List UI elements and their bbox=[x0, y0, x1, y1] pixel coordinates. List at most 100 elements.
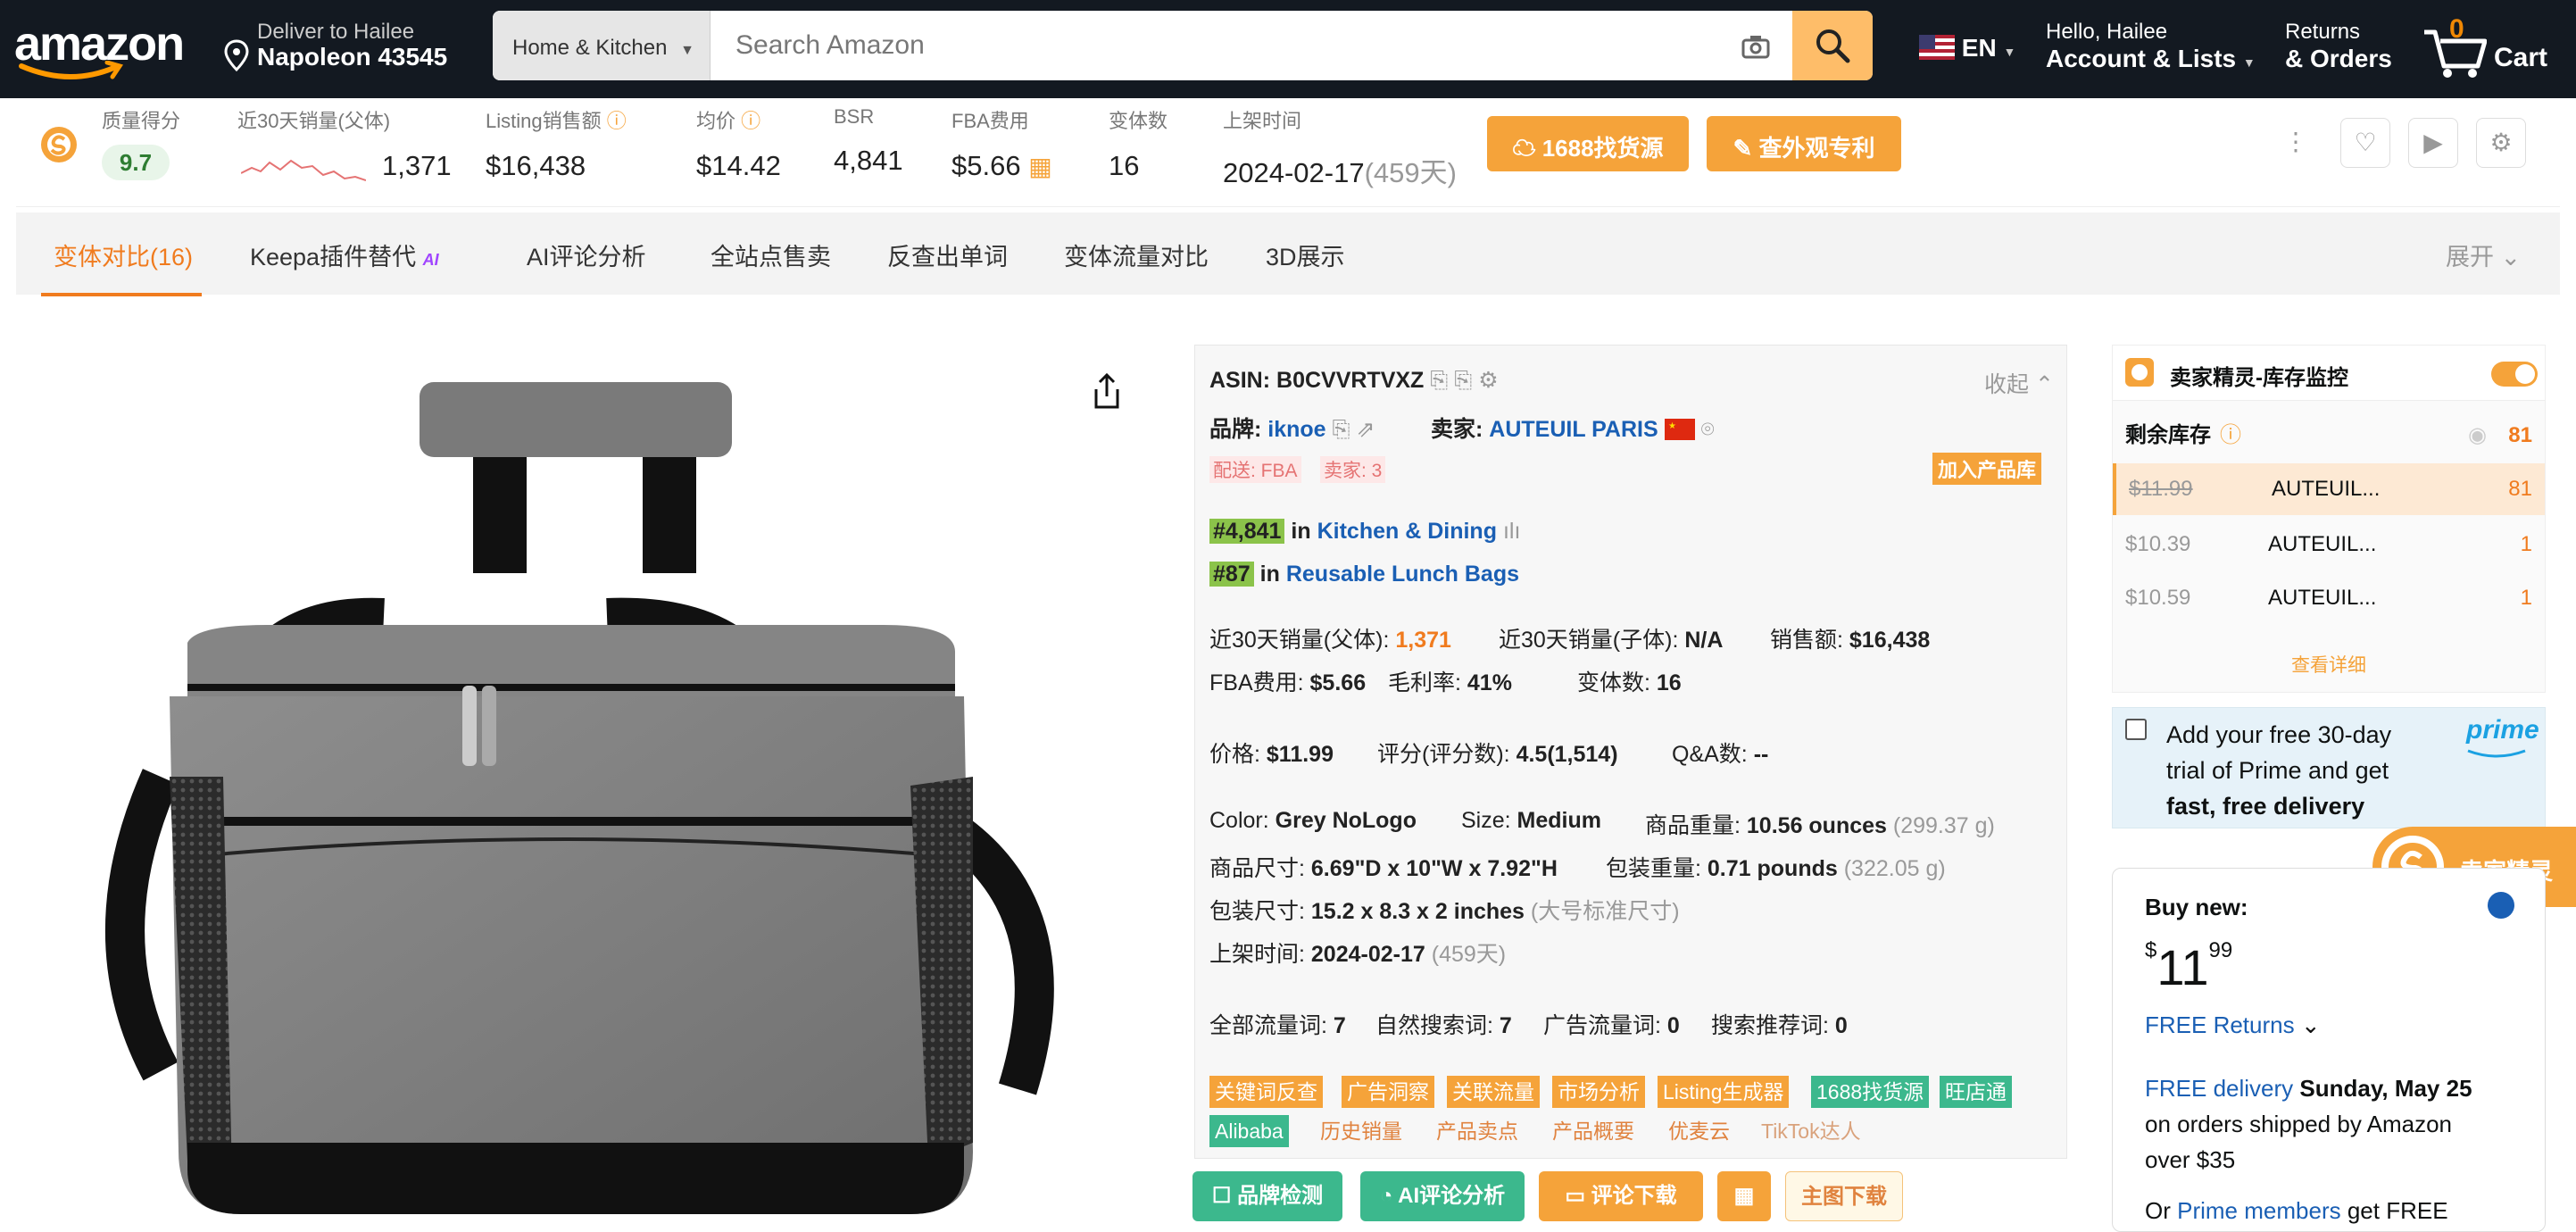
tab-keepa-label: Keepa插件替代 bbox=[250, 244, 417, 271]
brand-check-button[interactable]: ☐ 品牌检测 bbox=[1192, 1171, 1342, 1221]
rank2-category-link[interactable]: Reusable Lunch Bags bbox=[1286, 562, 1519, 587]
eye-icon[interactable]: ◉ bbox=[2468, 410, 2487, 462]
variants-label: 变体数 bbox=[1109, 110, 1168, 132]
delivery-orders-line1: on orders shipped by Amazon bbox=[2145, 1111, 2452, 1137]
external-link-icon[interactable]: ⇗ bbox=[1357, 417, 1375, 442]
gear-icon[interactable]: ⚙ bbox=[2476, 118, 2526, 168]
checkbox-icon: ☐ bbox=[1211, 1184, 1232, 1208]
tool-tag-ad-insight[interactable]: 广告洞察 bbox=[1342, 1076, 1434, 1108]
handshake-icon: ☁ bbox=[1512, 135, 1536, 162]
kw-all-value[interactable]: 7 bbox=[1334, 1013, 1346, 1038]
prime-line1: Add your free 30-day bbox=[2166, 721, 2392, 748]
brand-check-label: 品牌检测 bbox=[1237, 1184, 1324, 1208]
copy-icon[interactable]: ⎘ bbox=[1430, 368, 1448, 393]
prime-trial-checkbox[interactable] bbox=[2125, 719, 2147, 740]
bar-chart-icon[interactable]: ılı bbox=[1503, 519, 1520, 544]
returns-orders[interactable]: Returns & Orders bbox=[2285, 20, 2392, 73]
product-image-lunch-bag[interactable] bbox=[54, 357, 1116, 1232]
brand-link[interactable]: iknoe bbox=[1267, 417, 1325, 442]
fba-fee-value: $5.66 bbox=[1309, 670, 1367, 695]
search-bar: Home & Kitchen ▼ Search Amazon bbox=[493, 11, 1873, 80]
seller-link[interactable]: AUTEUIL PARIS bbox=[1489, 417, 1658, 442]
expand-label: 展开 bbox=[2446, 244, 2494, 271]
tool-tag-alibaba[interactable]: Alibaba bbox=[1209, 1115, 1289, 1147]
find-source-1688-button[interactable]: ☁ 1688找货源 bbox=[1487, 116, 1689, 171]
tool-tag-related-traffic[interactable]: 关联流量 bbox=[1447, 1076, 1540, 1108]
add-to-library-button[interactable]: 加入产品库 bbox=[1932, 453, 2042, 485]
kw-organic-value[interactable]: 7 bbox=[1500, 1013, 1512, 1038]
stock-row[interactable]: $11.99 AUTEUIL... 81 bbox=[2113, 463, 2545, 515]
language-selector[interactable]: EN ▼ bbox=[1919, 34, 2015, 62]
tool-tag-listing-generator[interactable]: Listing生成器 bbox=[1658, 1076, 1790, 1108]
prime-members-link[interactable]: Prime members bbox=[2177, 1197, 2340, 1224]
rank1-category-link[interactable]: Kitchen & Dining bbox=[1317, 519, 1497, 544]
expand-toggle[interactable]: 展开 ⌄ bbox=[2446, 237, 2521, 272]
asin-value[interactable]: B0CVVRTVXZ bbox=[1276, 368, 1424, 393]
account-menu[interactable]: Hello, Hailee Account & Lists ▼ bbox=[2046, 20, 2256, 73]
search-button[interactable] bbox=[1792, 11, 1873, 80]
amazon-logo[interactable]: amazon bbox=[14, 16, 193, 84]
kw-rec-value[interactable]: 0 bbox=[1835, 1013, 1848, 1038]
tool-tag-market-analysis[interactable]: 市场分析 bbox=[1552, 1076, 1645, 1108]
stock-row[interactable]: $10.59 AUTEUIL... 1 bbox=[2113, 572, 2545, 624]
ai-review-label: AI评论分析 bbox=[1398, 1184, 1506, 1208]
tool-tag-history-sales[interactable]: 历史销量 bbox=[1315, 1115, 1408, 1147]
svg-text:★: ★ bbox=[1668, 421, 1676, 431]
stock-row[interactable]: $10.39 AUTEUIL... 1 bbox=[2113, 519, 2545, 570]
search-category-label: Home & Kitchen bbox=[512, 36, 668, 60]
calculator-icon[interactable]: ▦ bbox=[1028, 153, 1051, 180]
info-icon[interactable]: ⓘ bbox=[607, 110, 627, 132]
link-icon[interactable]: ⎘ bbox=[1454, 368, 1472, 393]
download-reviews-button[interactable]: ▭ 评论下载 bbox=[1539, 1171, 1703, 1221]
tool-tag-product-summary[interactable]: 产品概要 bbox=[1547, 1115, 1640, 1147]
settings-small-icon[interactable]: ⚙ bbox=[1478, 368, 1498, 393]
tab-keepa[interactable]: Keepa插件替代 AI bbox=[250, 237, 439, 272]
tab-variant-compare[interactable]: 变体对比(16) bbox=[41, 237, 202, 296]
stock-row-qty: 1 bbox=[2520, 586, 2532, 610]
tool-tag-tiktok[interactable]: TikTok达人 bbox=[1756, 1115, 1866, 1147]
tool-tag-wangdiantong[interactable]: 旺店通 bbox=[1940, 1076, 2012, 1108]
cart-button[interactable]: 0 Cart bbox=[2422, 12, 2565, 84]
camera-icon[interactable] bbox=[1741, 34, 1771, 59]
tool-tag-1688[interactable]: 1688找货源 bbox=[1811, 1076, 1930, 1108]
info-circle-icon[interactable] bbox=[2488, 892, 2514, 919]
view-details-link[interactable]: 查看详细 bbox=[2113, 651, 2545, 678]
buy-new-label: Buy new: bbox=[2145, 894, 2248, 920]
design-patent-button[interactable]: ✎ 查外观专利 bbox=[1707, 116, 1901, 171]
search-category-select[interactable]: Home & Kitchen ▼ bbox=[493, 11, 710, 80]
info-icon[interactable]: ⓘ bbox=[741, 110, 760, 132]
ai-review-button[interactable]: ◔ AI评论分析 bbox=[1360, 1171, 1525, 1221]
heart-icon[interactable]: ♡ bbox=[2340, 118, 2390, 168]
listed-label: 上架时间 bbox=[1223, 110, 1302, 132]
free-delivery-link[interactable]: FREE delivery bbox=[2145, 1075, 2293, 1102]
margin-value: 41% bbox=[1467, 670, 1512, 695]
sales-sparkline[interactable] bbox=[241, 150, 366, 186]
tab-reverse-keywords[interactable]: 反查出单词 bbox=[887, 237, 1008, 272]
tab-ai-review[interactable]: AI评论分析 bbox=[527, 237, 646, 272]
share-icon[interactable] bbox=[1089, 371, 1125, 411]
prime-trial-box: Add your free 30-day trial of Prime and … bbox=[2112, 707, 2546, 828]
tool-tag-keyword-reverse[interactable]: 关键词反查 bbox=[1209, 1076, 1323, 1108]
more-icon[interactable]: ⋮ bbox=[2271, 118, 2321, 168]
search-input[interactable]: Search Amazon bbox=[735, 30, 925, 61]
video-icon[interactable]: ▶ bbox=[2408, 118, 2458, 168]
buy-price: $1199 bbox=[2145, 938, 2232, 996]
tool-tag-youmaiyun[interactable]: 优麦云 bbox=[1663, 1115, 1735, 1147]
tab-all-sites[interactable]: 全站点售卖 bbox=[710, 237, 831, 272]
copy-icon[interactable]: ⎘ bbox=[1333, 417, 1350, 442]
listed-days: (459天) bbox=[1364, 157, 1457, 188]
calculator-icon: ▦ bbox=[1733, 1184, 1755, 1208]
tab-variant-compare-label: 变体对比(16) bbox=[54, 244, 194, 271]
collapse-toggle[interactable]: 收起 ⌃ bbox=[1984, 367, 2054, 399]
download-images-button[interactable]: 主图下载 bbox=[1785, 1171, 1903, 1221]
kw-ad-value[interactable]: 0 bbox=[1667, 1013, 1680, 1038]
info-icon[interactable]: ⓘ bbox=[2220, 410, 2241, 462]
tab-3d-view[interactable]: 3D展示 bbox=[1266, 237, 1345, 272]
ai-badge: AI bbox=[422, 251, 439, 269]
tool-tag-selling-points[interactable]: 产品卖点 bbox=[1431, 1115, 1524, 1147]
free-returns-link[interactable]: FREE Returns ⌄ bbox=[2145, 1011, 2321, 1039]
location-pin-icon[interactable]: ⌾ bbox=[1701, 417, 1715, 442]
tab-variant-traffic[interactable]: 变体流量对比 bbox=[1064, 237, 1209, 272]
calculator-button[interactable]: ▦ bbox=[1717, 1171, 1771, 1221]
inventory-monitor-toggle[interactable] bbox=[2491, 362, 2538, 387]
